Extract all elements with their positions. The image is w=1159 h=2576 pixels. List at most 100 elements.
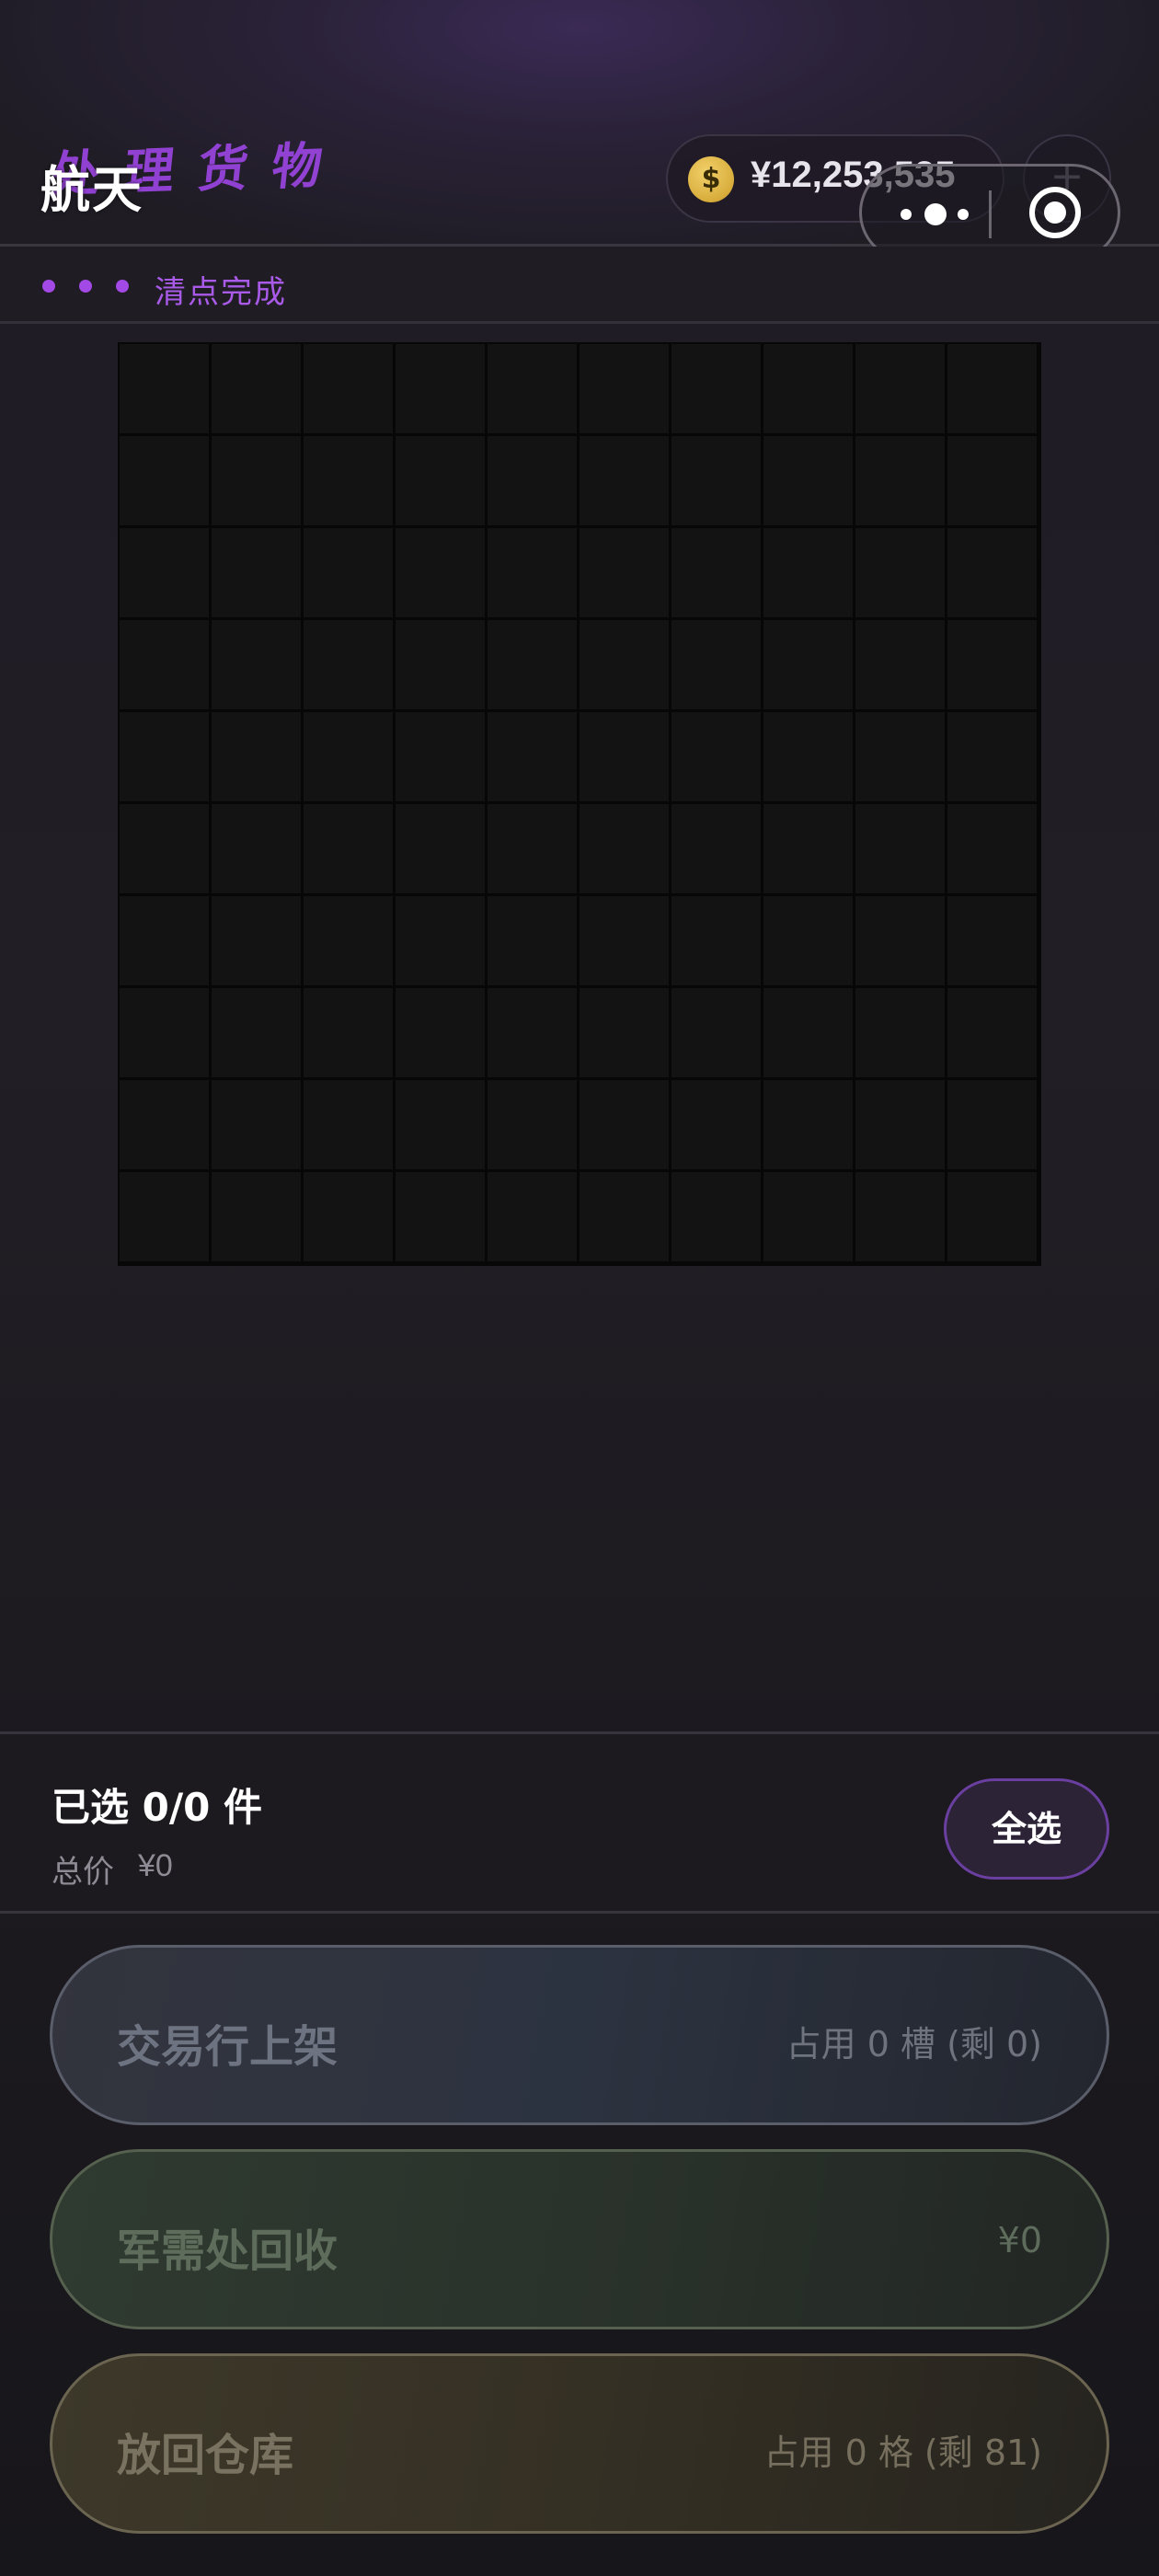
grid-cell[interactable]	[120, 988, 212, 1080]
grid-cell[interactable]	[580, 436, 671, 528]
grid-cell[interactable]	[396, 344, 488, 436]
grid-cell[interactable]	[304, 988, 396, 1080]
grid-cell[interactable]	[212, 804, 304, 896]
grid-cell[interactable]	[855, 712, 947, 804]
grid-cell[interactable]	[580, 620, 671, 712]
grid-cell[interactable]	[855, 1080, 947, 1172]
grid-cell[interactable]	[120, 436, 212, 528]
grid-cell[interactable]	[763, 988, 855, 1080]
grid-cell[interactable]	[488, 344, 580, 436]
grid-cell[interactable]	[763, 528, 855, 620]
grid-cell[interactable]	[120, 620, 212, 712]
select-all-button[interactable]: 全选	[944, 1778, 1109, 1880]
grid-cell[interactable]	[120, 1172, 212, 1264]
grid-cell[interactable]	[947, 896, 1039, 988]
grid-cell[interactable]	[396, 436, 488, 528]
grid-cell[interactable]	[763, 1080, 855, 1172]
grid-cell[interactable]	[947, 1172, 1039, 1264]
grid-cell[interactable]	[580, 896, 671, 988]
grid-cell[interactable]	[304, 712, 396, 804]
grid-cell[interactable]	[488, 1080, 580, 1172]
grid-cell[interactable]	[763, 896, 855, 988]
grid-cell[interactable]	[212, 712, 304, 804]
grid-cell[interactable]	[212, 1172, 304, 1264]
grid-cell[interactable]	[396, 988, 488, 1080]
grid-cell[interactable]	[488, 712, 580, 804]
grid-cell[interactable]	[855, 1172, 947, 1264]
grid-cell[interactable]	[304, 896, 396, 988]
grid-cell[interactable]	[763, 344, 855, 436]
grid-cell[interactable]	[855, 620, 947, 712]
grid-cell[interactable]	[947, 436, 1039, 528]
grid-cell[interactable]	[763, 436, 855, 528]
grid-cell[interactable]	[212, 528, 304, 620]
grid-cell[interactable]	[488, 804, 580, 896]
grid-cell[interactable]	[763, 620, 855, 712]
grid-cell[interactable]	[947, 620, 1039, 712]
grid-cell[interactable]	[304, 1172, 396, 1264]
grid-cell[interactable]	[855, 344, 947, 436]
grid-cell[interactable]	[396, 712, 488, 804]
grid-cell[interactable]	[763, 1172, 855, 1264]
list-on-market-button[interactable]: 交易行上架 占用 0 槽 (剩 0)	[50, 1945, 1109, 2125]
grid-cell[interactable]	[947, 804, 1039, 896]
grid-cell[interactable]	[396, 528, 488, 620]
grid-cell[interactable]	[396, 1080, 488, 1172]
grid-cell[interactable]	[855, 528, 947, 620]
grid-cell[interactable]	[671, 896, 763, 988]
grid-cell[interactable]	[855, 896, 947, 988]
grid-cell[interactable]	[855, 436, 947, 528]
grid-cell[interactable]	[212, 620, 304, 712]
grid-cell[interactable]	[212, 896, 304, 988]
grid-cell[interactable]	[488, 896, 580, 988]
grid-cell[interactable]	[120, 528, 212, 620]
return-to-storage-button[interactable]: 放回仓库 占用 0 格 (剩 81)	[50, 2353, 1109, 2534]
grid-cell[interactable]	[488, 528, 580, 620]
grid-cell[interactable]	[212, 344, 304, 436]
grid-cell[interactable]	[580, 1080, 671, 1172]
grid-cell[interactable]	[580, 988, 671, 1080]
grid-cell[interactable]	[212, 1080, 304, 1172]
grid-cell[interactable]	[396, 1172, 488, 1264]
grid-cell[interactable]	[396, 896, 488, 988]
grid-cell[interactable]	[304, 1080, 396, 1172]
grid-cell[interactable]	[304, 436, 396, 528]
grid-cell[interactable]	[212, 988, 304, 1080]
grid-cell[interactable]	[671, 528, 763, 620]
grid-cell[interactable]	[947, 1080, 1039, 1172]
grid-cell[interactable]	[671, 1080, 763, 1172]
grid-cell[interactable]	[120, 804, 212, 896]
grid-cell[interactable]	[396, 804, 488, 896]
grid-cell[interactable]	[580, 1172, 671, 1264]
grid-cell[interactable]	[580, 344, 671, 436]
grid-cell[interactable]	[671, 344, 763, 436]
grid-cell[interactable]	[304, 620, 396, 712]
grid-cell[interactable]	[947, 344, 1039, 436]
grid-cell[interactable]	[488, 1172, 580, 1264]
grid-cell[interactable]	[671, 988, 763, 1080]
grid-cell[interactable]	[947, 712, 1039, 804]
grid-cell[interactable]	[396, 620, 488, 712]
grid-cell[interactable]	[763, 712, 855, 804]
grid-cell[interactable]	[120, 1080, 212, 1172]
grid-cell[interactable]	[488, 620, 580, 712]
grid-cell[interactable]	[304, 344, 396, 436]
grid-cell[interactable]	[488, 436, 580, 528]
grid-cell[interactable]	[580, 712, 671, 804]
grid-cell[interactable]	[671, 804, 763, 896]
grid-cell[interactable]	[304, 804, 396, 896]
grid-cell[interactable]	[855, 804, 947, 896]
grid-cell[interactable]	[671, 1172, 763, 1264]
grid-cell[interactable]	[855, 988, 947, 1080]
grid-cell[interactable]	[580, 804, 671, 896]
grid-cell[interactable]	[671, 620, 763, 712]
grid-cell[interactable]	[947, 528, 1039, 620]
grid-cell[interactable]	[120, 896, 212, 988]
grid-cell[interactable]	[304, 528, 396, 620]
grid-cell[interactable]	[212, 436, 304, 528]
grid-cell[interactable]	[671, 436, 763, 528]
grid-cell[interactable]	[580, 528, 671, 620]
grid-cell[interactable]	[120, 344, 212, 436]
close-target-icon[interactable]	[1029, 187, 1081, 238]
grid-cell[interactable]	[763, 804, 855, 896]
